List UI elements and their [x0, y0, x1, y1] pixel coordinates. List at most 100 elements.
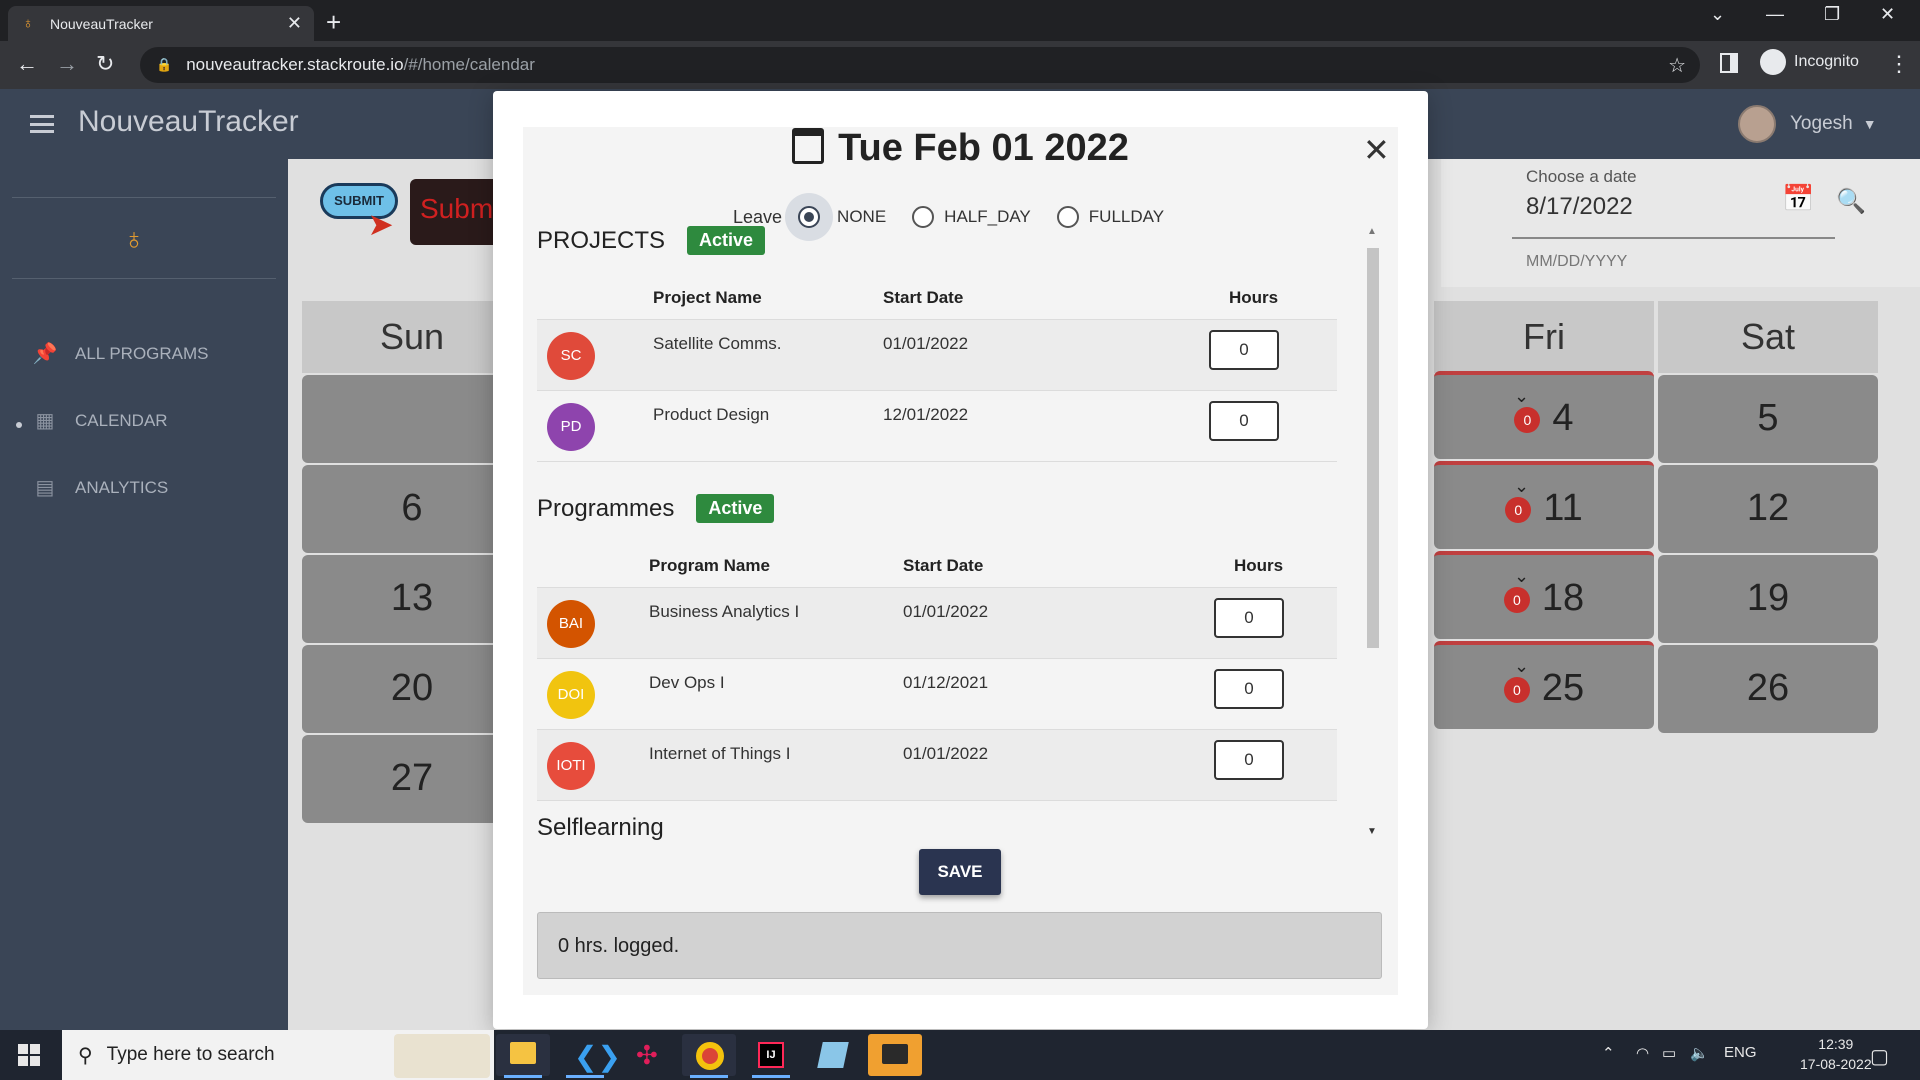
menu-icon[interactable]: [30, 115, 54, 133]
projects-section-title: PROJECTS Active: [537, 226, 766, 255]
day-number: 4: [1552, 397, 1574, 439]
calendar-day-cell[interactable]: 12: [1658, 465, 1878, 553]
browser-tab[interactable]: ♁ NouveauTracker ✕: [8, 6, 314, 41]
section-title-text: Programmes: [537, 494, 675, 522]
chevron-down-icon[interactable]: ⌄: [1514, 443, 1529, 529]
chevron-down-icon: ▼: [1862, 116, 1877, 132]
notes-app-icon[interactable]: [806, 1034, 860, 1076]
hours-input[interactable]: 0: [1209, 401, 1279, 441]
calendar-day-cell[interactable]: ⌄ 04: [1434, 371, 1654, 459]
program-name: Dev Ops I: [649, 673, 725, 692]
calendar-day-cell[interactable]: [302, 375, 522, 463]
scrollbar-thumb[interactable]: [1367, 248, 1379, 648]
scroll-up-icon[interactable]: ▲: [1367, 226, 1377, 237]
system-clock[interactable]: 12:39 17-08-2022: [1800, 1034, 1872, 1074]
language-indicator[interactable]: ENG: [1724, 1044, 1757, 1061]
calendar-day-cell[interactable]: ⌄ 0 11: [1434, 461, 1654, 549]
calendar-day-cell[interactable]: ⌄ 0 25: [1434, 641, 1654, 729]
vscode-icon[interactable]: ❮❯: [558, 1034, 621, 1078]
tab-search-icon[interactable]: ⌄: [1710, 4, 1725, 25]
date-picker-label: Choose a date: [1526, 167, 1637, 186]
windows-start-icon[interactable]: [18, 1044, 40, 1066]
avatar: PD: [547, 403, 595, 451]
wifi-icon[interactable]: ◠: [1636, 1044, 1649, 1062]
hours-input[interactable]: 0: [1214, 669, 1284, 709]
sidebar-item-label: ALL PROGRAMS: [75, 343, 209, 363]
program-name: Business Analytics I: [649, 602, 800, 621]
calendar-icon[interactable]: 📅: [1782, 183, 1814, 214]
avatar: [1738, 105, 1776, 143]
back-icon[interactable]: ←: [16, 51, 38, 77]
browser-tabstrip: ♁ NouveauTracker ✕ + ⌄ — ❐ ✕: [0, 0, 1920, 41]
radio-button[interactable]: [912, 206, 935, 228]
day-header-fri: Fri: [1434, 301, 1654, 373]
side-panel-icon[interactable]: [1720, 53, 1738, 73]
restore-icon[interactable]: ❐: [1824, 4, 1840, 25]
calendar-day-cell[interactable]: 20: [302, 645, 522, 733]
chrome-icon[interactable]: [682, 1034, 736, 1078]
user-menu[interactable]: Yogesh ▼: [1738, 105, 1877, 143]
radio-button[interactable]: [798, 206, 821, 228]
intellij-icon[interactable]: IJ: [744, 1034, 798, 1078]
reload-icon[interactable]: ↻: [96, 51, 114, 77]
cursor-arrow-icon: ➤: [369, 209, 393, 240]
radio-label: NONE: [837, 207, 887, 226]
sidebar: ♁ 📌 ALL PROGRAMS ▦ CALENDAR ▤ ANALYTICS: [0, 159, 288, 1030]
calendar-icon: [792, 128, 825, 164]
hours-input[interactable]: 0: [1209, 330, 1279, 370]
selflearning-section-title: Selflearning: [537, 814, 664, 841]
radio-button[interactable]: [1056, 206, 1079, 228]
date-picker-field[interactable]: Choose a date 8/17/2022 📅: [1512, 159, 1835, 239]
close-tab-icon[interactable]: ✕: [287, 13, 302, 34]
dialog-scrollbar[interactable]: ▲ ▼: [1364, 226, 1380, 841]
minimize-icon[interactable]: —: [1766, 4, 1784, 25]
search-icon[interactable]: 🔍: [1836, 187, 1866, 216]
hours-input[interactable]: 0: [1214, 598, 1284, 638]
calendar-day-cell[interactable]: ⌄ 0 18: [1434, 551, 1654, 639]
app-brand: NouveauTracker: [78, 105, 299, 138]
sidebar-item-analytics[interactable]: ▤ ANALYTICS: [30, 475, 169, 500]
sidebar-item-calendar[interactable]: ▦ CALENDAR: [30, 408, 168, 433]
hours-input[interactable]: 0: [1214, 740, 1284, 780]
new-tab-icon[interactable]: +: [326, 7, 341, 38]
calendar-day-cell[interactable]: 27: [302, 735, 522, 823]
scroll-down-icon[interactable]: ▼: [1367, 826, 1377, 837]
calendar-day-cell[interactable]: 13: [302, 555, 522, 643]
calendar-day-cell[interactable]: 19: [1658, 555, 1878, 643]
dialog-scroll-area[interactable]: PROJECTS Active Project Name Start Date …: [537, 226, 1342, 841]
chevron-down-icon[interactable]: ⌄: [1514, 353, 1529, 439]
mail-app-icon[interactable]: [868, 1034, 922, 1076]
chevron-down-icon[interactable]: ⌄: [1514, 533, 1529, 619]
volume-icon[interactable]: 🔈: [1690, 1044, 1709, 1062]
leave-option-half-day[interactable]: HALF_DAY: [912, 206, 1031, 228]
incognito-indicator[interactable]: Incognito: [1760, 49, 1859, 75]
window-close-icon[interactable]: ✕: [1880, 4, 1895, 25]
submit-button[interactable]: Subm: [410, 179, 500, 245]
notifications-icon[interactable]: ▢: [1870, 1044, 1889, 1069]
battery-icon[interactable]: ▭: [1662, 1044, 1676, 1062]
projects-table-header: Project Name Start Date Hours: [537, 278, 1337, 318]
address-bar[interactable]: 🔒 nouveautracker.stackroute.io/#/home/ca…: [140, 47, 1700, 83]
column-header: Project Name: [653, 288, 762, 307]
chevron-up-icon[interactable]: ⌃: [1602, 1044, 1615, 1062]
forward-icon[interactable]: →: [56, 51, 78, 77]
browser-menu-icon[interactable]: ⋮: [1888, 51, 1910, 77]
browser-toolbar: ← → ↻ 🔒 nouveautracker.stackroute.io/#/h…: [0, 41, 1920, 89]
chevron-down-icon[interactable]: ⌄: [1514, 623, 1529, 709]
save-button[interactable]: SAVE: [919, 849, 1001, 895]
close-icon[interactable]: ✕: [1363, 131, 1390, 169]
sidebar-divider: [12, 278, 276, 279]
radio-label: HALF_DAY: [944, 207, 1031, 226]
table-divider: [537, 461, 1337, 462]
sidebar-item-all-programs[interactable]: 📌 ALL PROGRAMS: [30, 341, 209, 366]
calendar-day-cell[interactable]: 6: [302, 465, 522, 553]
slack-icon[interactable]: ✣: [620, 1034, 674, 1076]
file-explorer-icon[interactable]: [496, 1034, 550, 1078]
taskbar-search-input[interactable]: ⚲ Type here to search: [62, 1030, 494, 1080]
clock-time: 12:39: [1818, 1036, 1854, 1052]
calendar-day-cell[interactable]: 26: [1658, 645, 1878, 733]
calendar-day-cell[interactable]: 5: [1658, 375, 1878, 463]
leave-option-fullday[interactable]: FULLDAY: [1056, 206, 1164, 228]
bookmark-star-icon[interactable]: ☆: [1668, 53, 1686, 78]
start-date: 12/01/2022: [883, 405, 969, 424]
